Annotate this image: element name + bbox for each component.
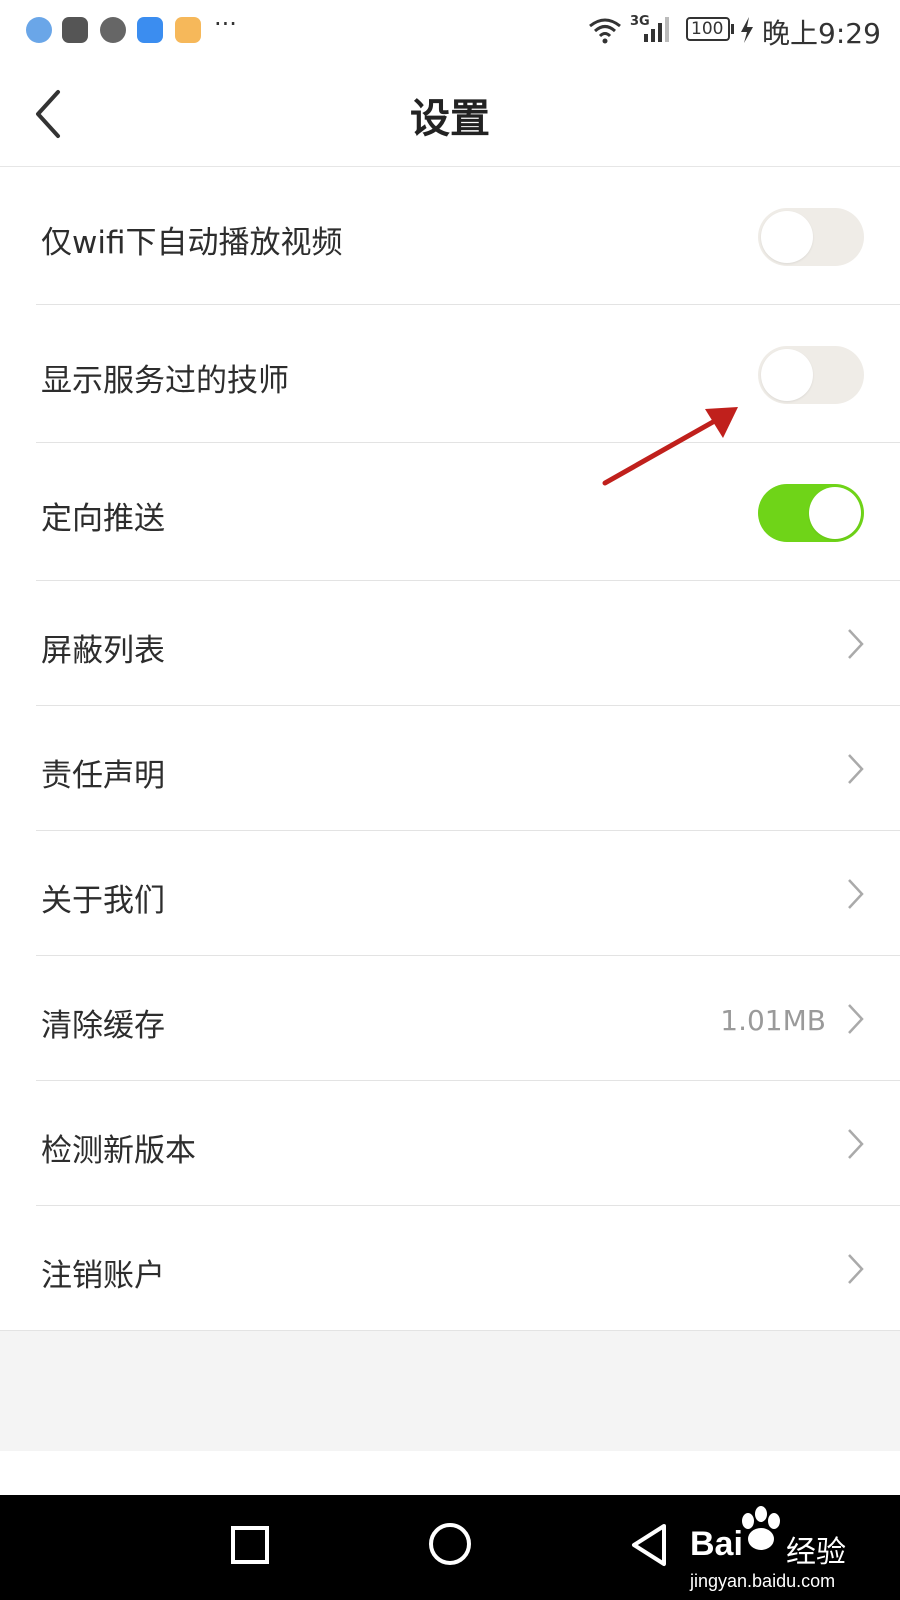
empty-area [0, 1331, 900, 1451]
annotation-arrow-icon [602, 407, 738, 486]
back-nav-button[interactable] [630, 1523, 670, 1567]
chevron-right-icon [848, 1004, 864, 1034]
setting-label: 清除缓存 [41, 1008, 165, 1044]
setting-label: 注销账户 [41, 1258, 165, 1294]
watermark-jingyan: 经验 [786, 1536, 846, 1569]
paw-logo-icon [742, 1506, 780, 1550]
setting-label: 关于我们 [41, 883, 165, 919]
setting-label: 责任声明 [41, 758, 165, 794]
chevron-right-icon [848, 1129, 864, 1159]
chevron-right-icon [848, 629, 864, 659]
cache-size: 1.01MB [720, 1004, 826, 1037]
setting-row-check-update[interactable]: 检测新版本 [0, 1081, 900, 1206]
setting-label: 屏蔽列表 [41, 633, 165, 669]
setting-row-disclaimer[interactable]: 责任声明 [0, 706, 900, 831]
watermark-brand: Bai [690, 1525, 743, 1563]
baidu-jingyan-watermark: Bai 经验 jingyan.baidu.com [688, 1503, 898, 1595]
system-nav-bar: Bai 经验 jingyan.baidu.com [0, 1495, 900, 1600]
watermark-url: jingyan.baidu.com [690, 1571, 836, 1591]
home-button[interactable] [427, 1521, 473, 1567]
chevron-right-icon [848, 754, 864, 784]
chevron-right-icon [848, 879, 864, 909]
setting-row-about-us[interactable]: 关于我们 [0, 831, 900, 956]
chevron-right-icon [848, 1254, 864, 1284]
setting-label: 检测新版本 [41, 1133, 196, 1169]
recent-apps-button[interactable] [230, 1525, 270, 1565]
setting-row-delete-account[interactable]: 注销账户 [0, 1206, 900, 1331]
setting-row-clear-cache[interactable]: 清除缓存 1.01MB [0, 956, 900, 1081]
